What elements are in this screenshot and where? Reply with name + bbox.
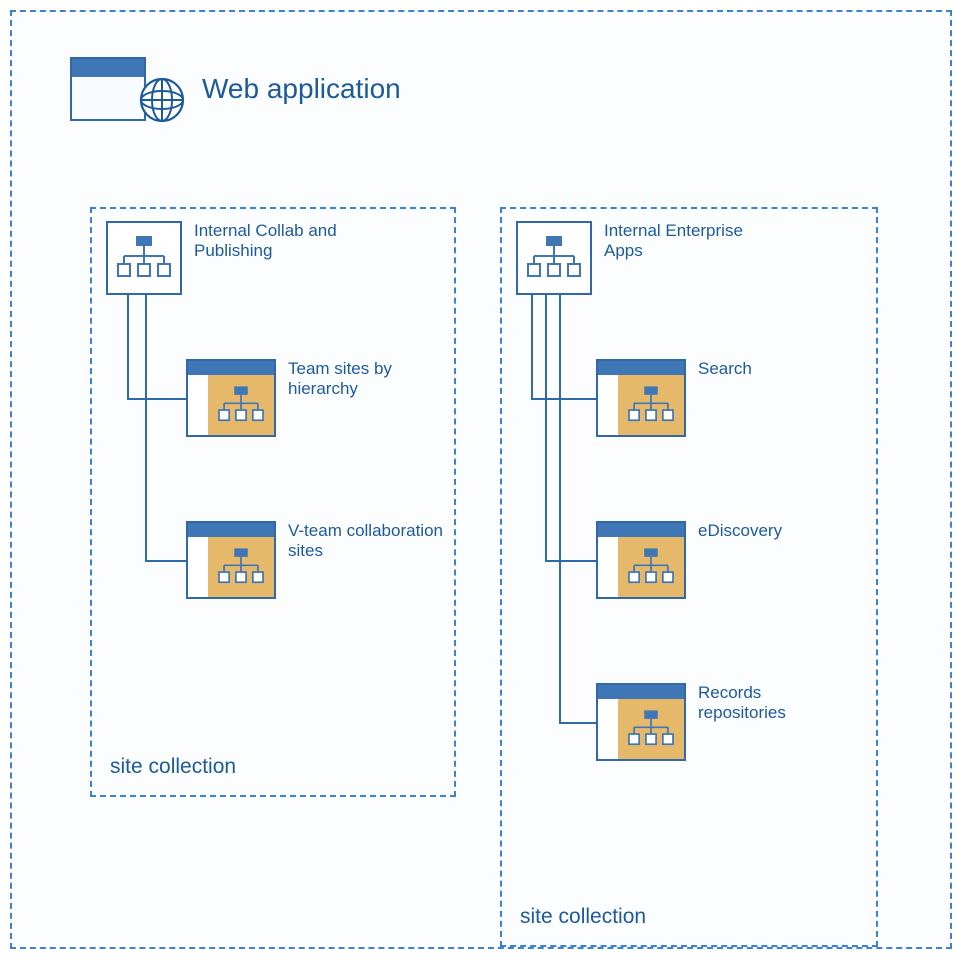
- subsite-label: Records repositories: [698, 683, 853, 724]
- subsite-label: Search: [698, 359, 752, 379]
- subsite-row-left-2: V-team collaboration sites: [186, 521, 443, 599]
- hierarchy-icon: [624, 545, 678, 589]
- site-root-label: Internal Collab and Publishing: [194, 221, 349, 262]
- site-root-icon: [516, 221, 592, 295]
- collection-label-right: site collection: [520, 905, 646, 929]
- site-root-row-left: Internal Collab and Publishing: [106, 221, 349, 295]
- subsite-row-right-3: Records repositories: [596, 683, 853, 761]
- subsite-label: V-team collaboration sites: [288, 521, 443, 562]
- hierarchy-icon: [624, 383, 678, 427]
- hierarchy-icon: [624, 707, 678, 751]
- subsite-icon: [596, 521, 686, 599]
- hierarchy-icon: [114, 232, 174, 284]
- site-root-row-right: Internal Enterprise Apps: [516, 221, 759, 295]
- hierarchy-icon: [214, 545, 268, 589]
- webapp-title: Web application: [202, 73, 401, 105]
- collection-label-left: site collection: [110, 755, 236, 779]
- site-collection-left: Internal Collab and Publishing: [90, 207, 456, 797]
- site-collection-right: Internal Enterprise Apps: [500, 207, 878, 947]
- subsite-icon: [186, 521, 276, 599]
- site-root-icon: [106, 221, 182, 295]
- collections-row: Internal Collab and Publishing: [90, 207, 878, 947]
- hierarchy-icon: [524, 232, 584, 284]
- subsite-label: Team sites by hierarchy: [288, 359, 443, 400]
- subsite-row-left-1: Team sites by hierarchy: [186, 359, 443, 437]
- subsite-icon: [596, 683, 686, 761]
- subsite-icon: [596, 359, 686, 437]
- subsite-icon: [186, 359, 276, 437]
- app-window-icon: [70, 57, 146, 121]
- subsite-row-right-2: eDiscovery: [596, 521, 782, 599]
- site-root-label: Internal Enterprise Apps: [604, 221, 759, 262]
- subsite-row-right-1: Search: [596, 359, 752, 437]
- webapp-container: Web application: [10, 10, 952, 949]
- hierarchy-icon: [214, 383, 268, 427]
- globe-icon: [138, 76, 186, 124]
- subsite-label: eDiscovery: [698, 521, 782, 541]
- webapp-header: Web application: [70, 54, 401, 124]
